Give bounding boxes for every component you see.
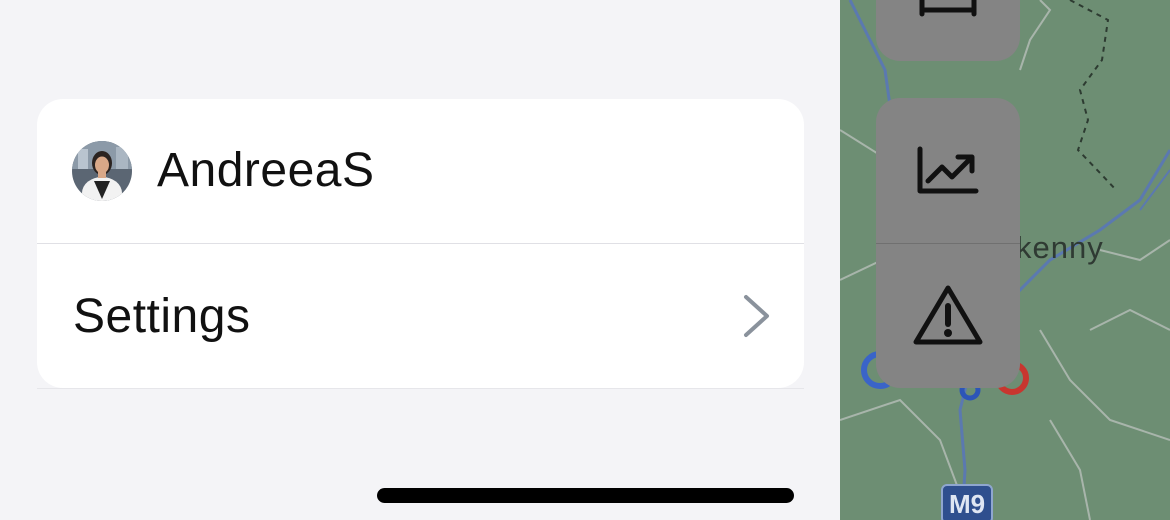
chevron-right-icon: [740, 294, 774, 338]
profile-row[interactable]: AndreeaS: [37, 99, 804, 243]
home-indicator[interactable]: [377, 488, 794, 503]
trending-up-icon: [917, 146, 979, 193]
lodging-button[interactable]: [876, 0, 1020, 61]
warning-button[interactable]: [876, 244, 1020, 388]
road-shield-m9: M9: [941, 484, 993, 520]
settings-label: Settings: [73, 290, 251, 343]
user-avatar-icon: [72, 141, 132, 201]
map-view[interactable]: kenny M9: [840, 0, 1170, 520]
map-action-stack: [876, 98, 1020, 388]
bed-icon: [876, 0, 1020, 40]
settings-row[interactable]: Settings: [37, 244, 804, 388]
profile-name: AndreeaS: [157, 144, 375, 197]
separator-line: [37, 388, 804, 389]
warning-icon: [913, 285, 983, 345]
menu-card: AndreeaS Settings: [37, 99, 804, 388]
side-drawer: AndreeaS Settings: [0, 0, 840, 520]
trending-up-button[interactable]: [876, 98, 1020, 243]
map-place-label: kenny: [1016, 230, 1104, 265]
